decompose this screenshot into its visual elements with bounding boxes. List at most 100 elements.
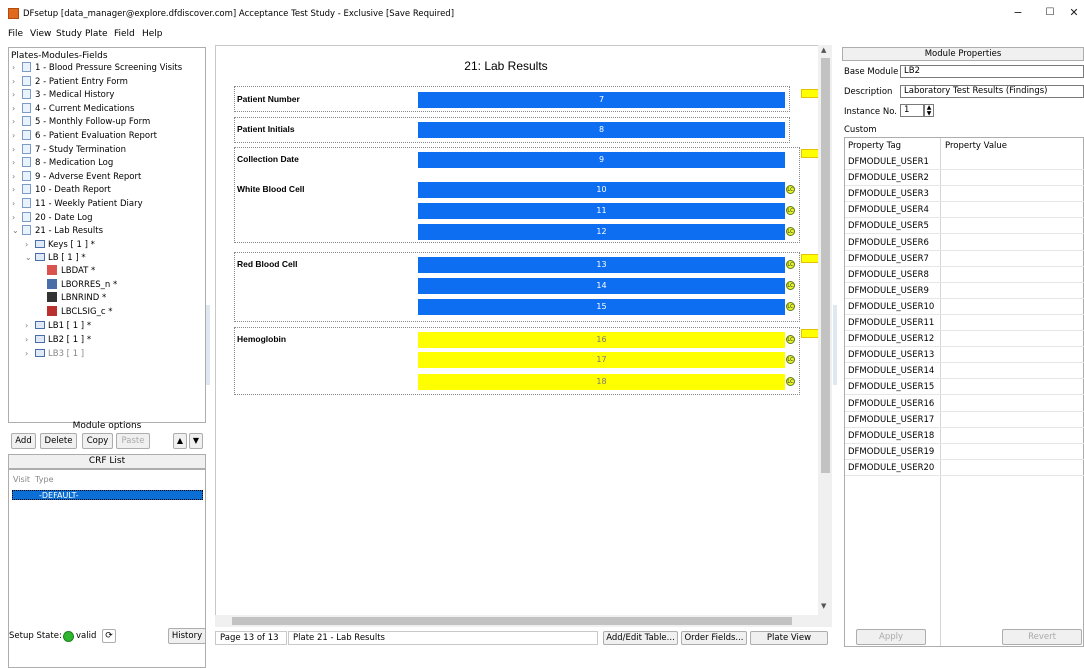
apply-button[interactable]: Apply (856, 629, 926, 645)
copy-button[interactable]: Copy (82, 433, 113, 449)
tree-field-item[interactable]: LBNRIND * (47, 292, 106, 305)
right-splitter[interactable] (833, 305, 837, 385)
property-row[interactable]: DFMODULE_USER12 (845, 331, 1084, 348)
base-module-field[interactable]: LB2 (900, 65, 1084, 78)
tree-field-item[interactable]: LBORRES_n * (47, 278, 117, 292)
left-splitter[interactable] (206, 305, 210, 385)
menu-file[interactable]: File (8, 29, 23, 39)
delete-button[interactable]: Delete (40, 433, 77, 449)
property-row[interactable]: DFMODULE_USER20 (845, 460, 1084, 476)
page-number[interactable]: 13 (243, 633, 254, 643)
field-10[interactable]: 10 (418, 182, 785, 198)
chevron-right-icon[interactable]: › (12, 102, 22, 115)
minimize-button[interactable]: − (1004, 4, 1032, 22)
field-7[interactable]: 7 (418, 92, 785, 108)
property-row[interactable]: DFMODULE_USER11 (845, 315, 1084, 331)
vertical-scroll-thumb[interactable] (821, 58, 830, 473)
field-8[interactable]: 8 (418, 122, 785, 138)
property-row[interactable]: DFMODULE_USER13 (845, 347, 1084, 364)
chevron-right-icon[interactable]: › (12, 170, 22, 183)
close-button[interactable]: ✕ (1064, 4, 1084, 22)
revert-button[interactable]: Revert (1002, 629, 1082, 645)
scroll-down-icon[interactable]: ▼ (821, 602, 826, 610)
plate-view-button[interactable]: Plate View (750, 631, 828, 645)
history-button[interactable]: History (168, 628, 206, 644)
tree-plate-item[interactable]: › 11 - Weekly Patient Diary (12, 197, 143, 210)
property-row[interactable]: DFMODULE_USER9 (845, 283, 1084, 299)
chevron-right-icon[interactable]: › (12, 197, 22, 210)
field-13[interactable]: 13 (418, 257, 785, 273)
paste-button[interactable]: Paste (116, 433, 150, 449)
property-row[interactable]: DFMODULE_USER4 (845, 202, 1084, 219)
tree-plate-item[interactable]: › 5 - Monthly Follow-up Form (12, 115, 150, 128)
tree-plate-item[interactable]: › 8 - Medication Log (12, 156, 113, 169)
chevron-down-icon[interactable]: ⌄ (25, 251, 35, 264)
property-row[interactable]: DFMODULE_USER3 (845, 186, 1084, 203)
tree-field-item[interactable]: LBDAT * (47, 265, 95, 278)
field-9[interactable]: 9 (418, 152, 785, 168)
tree-module-item[interactable]: › LB3 [ 1 ] (25, 347, 84, 360)
tree-plate-item[interactable]: ⌄ 21 - Lab Results (12, 224, 103, 237)
instance-spinner[interactable]: ▲ ▼ (924, 104, 934, 117)
add-button[interactable]: Add (11, 433, 36, 449)
property-row[interactable]: DFMODULE_USER14 (845, 363, 1084, 380)
move-up-button[interactable]: ▲ (173, 433, 187, 449)
chevron-right-icon[interactable]: › (12, 115, 22, 128)
crf-selected-row[interactable]: -DEFAULT- (12, 490, 203, 500)
menu-field[interactable]: Field (114, 29, 135, 39)
property-row[interactable]: DFMODULE_USER6 (845, 235, 1084, 251)
tree-plate-item[interactable]: › 6 - Patient Evaluation Report (12, 129, 157, 142)
instance-field[interactable]: 1 (900, 104, 924, 117)
chevron-right-icon[interactable]: › (25, 347, 35, 360)
chevron-right-icon[interactable]: › (25, 319, 35, 332)
field-17[interactable]: 17 (418, 352, 785, 368)
chevron-right-icon[interactable]: › (12, 183, 22, 196)
refresh-icon[interactable]: ⟳ (102, 629, 116, 643)
move-down-button[interactable]: ▼ (189, 433, 203, 449)
tree-plate-item[interactable]: › 3 - Medical History (12, 88, 114, 101)
property-row[interactable]: DFMODULE_USER18 (845, 428, 1084, 444)
tree-plate-item[interactable]: › 9 - Adverse Event Report (12, 170, 141, 183)
field-16[interactable]: 16 (418, 332, 785, 348)
chevron-right-icon[interactable]: › (12, 75, 22, 88)
tree-plate-item[interactable]: › 4 - Current Medications (12, 102, 134, 115)
tree-module-item[interactable]: ⌄ LB [ 1 ] * (25, 251, 86, 264)
field-14[interactable]: 14 (418, 278, 785, 294)
tree-module-item[interactable]: › Keys [ 1 ] * (25, 238, 95, 251)
property-row[interactable]: DFMODULE_USER2 (845, 170, 1084, 187)
custom-properties-table[interactable]: Property Tag Property Value DFMODULE_USE… (844, 137, 1084, 647)
tree-module-item[interactable]: › LB2 [ 1 ] * (25, 333, 91, 346)
description-field[interactable]: Laboratory Test Results (Findings) (900, 85, 1084, 98)
menu-plate[interactable]: Plate (85, 29, 108, 39)
property-row[interactable]: DFMODULE_USER10 (845, 299, 1084, 315)
property-row[interactable]: DFMODULE_USER17 (845, 412, 1084, 428)
menu-study[interactable]: Study (56, 29, 82, 39)
tree-module-item[interactable]: › LB1 [ 1 ] * (25, 319, 91, 332)
property-row[interactable]: DFMODULE_USER16 (845, 396, 1084, 412)
horizontal-scroll-thumb[interactable] (232, 617, 792, 625)
tree-plate-item[interactable]: › 7 - Study Termination (12, 143, 126, 156)
property-row[interactable]: DFMODULE_USER15 (845, 379, 1084, 396)
chevron-right-icon[interactable]: › (25, 238, 35, 251)
tree-plate-item[interactable]: › 20 - Date Log (12, 211, 93, 224)
plates-tree[interactable]: Plates-Modules-Fields › 1 - Blood Pressur… (8, 47, 206, 423)
chevron-right-icon[interactable]: › (12, 156, 22, 169)
menu-help[interactable]: Help (142, 29, 163, 39)
tree-plate-item[interactable]: › 10 - Death Report (12, 183, 111, 196)
scroll-up-icon[interactable]: ▲ (821, 46, 826, 54)
add-edit-table-button[interactable]: Add/Edit Table... (603, 631, 678, 645)
plate-canvas[interactable]: 21: Lab Results Patient Number 7 Patient… (215, 45, 832, 627)
maximize-button[interactable]: ☐ (1036, 4, 1064, 22)
chevron-right-icon[interactable]: › (25, 333, 35, 346)
tree-field-item[interactable]: LBCLSIG_c * (47, 305, 112, 319)
property-row[interactable]: DFMODULE_USER19 (845, 444, 1084, 460)
menu-view[interactable]: View (30, 29, 51, 39)
property-row[interactable]: DFMODULE_USER8 (845, 267, 1084, 283)
chevron-right-icon[interactable]: › (12, 88, 22, 101)
field-18[interactable]: 18 (418, 374, 785, 390)
field-11[interactable]: 11 (418, 203, 785, 219)
field-15[interactable]: 15 (418, 299, 785, 315)
order-fields-button[interactable]: Order Fields... (681, 631, 747, 645)
property-row[interactable]: DFMODULE_USER1 (845, 154, 1084, 170)
chevron-right-icon[interactable]: › (12, 143, 22, 156)
